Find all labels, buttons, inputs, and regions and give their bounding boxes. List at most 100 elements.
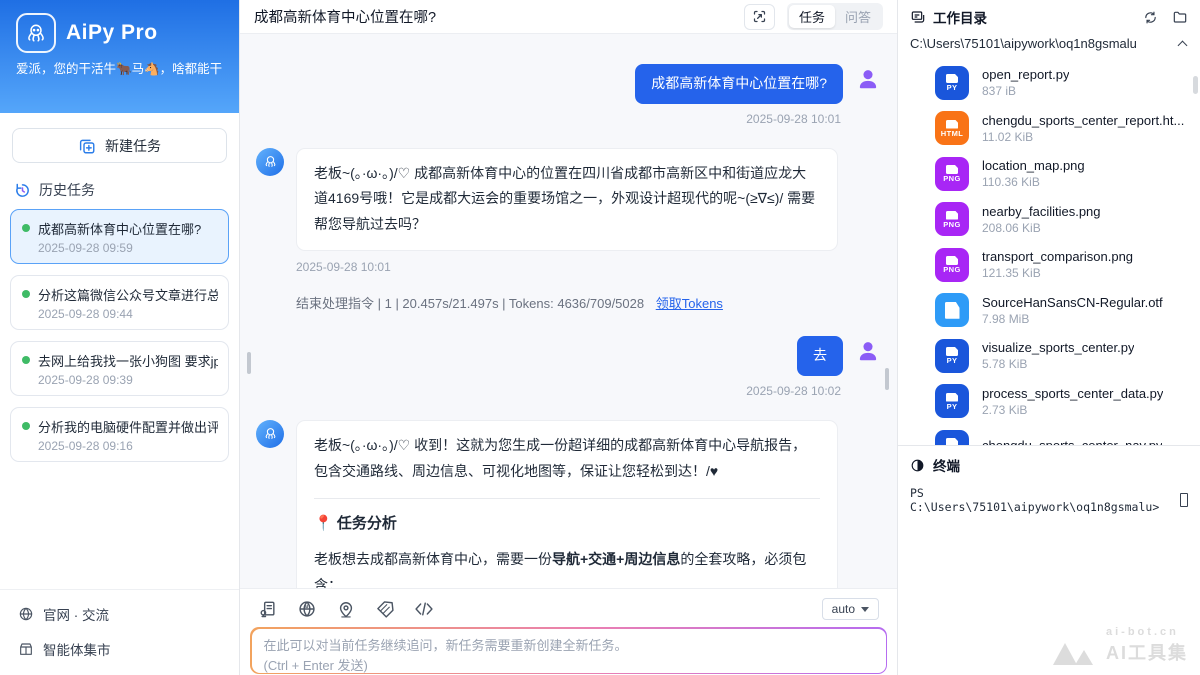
terminal-header: 终端: [910, 455, 1188, 475]
message-timestamp: 2025-09-28 10:02: [256, 384, 841, 398]
history-clock-icon: [14, 182, 31, 199]
model-mode-dropdown[interactable]: auto: [822, 598, 879, 620]
user-avatar: [855, 66, 881, 92]
file-list: PY open_report.py 837 iB HTML chengdu_spo…: [898, 58, 1200, 445]
tab-qa[interactable]: 问答: [835, 5, 881, 28]
tags-icon[interactable]: [375, 599, 395, 619]
left-resize-handle[interactable]: [247, 352, 251, 374]
history-item-time: 2025-09-28 09:59: [38, 241, 218, 255]
open-folder-icon[interactable]: [1172, 9, 1188, 25]
refresh-icon[interactable]: [1143, 10, 1158, 25]
analysis-bold: 导航+交通+周边信息: [552, 551, 680, 567]
workdir-path: C:\Users\75101\aipywork\oq1n8gsmalu: [910, 36, 1179, 51]
location-pin-icon[interactable]: [336, 599, 356, 619]
file-row[interactable]: PNG location_map.png110.36 KiB: [935, 151, 1190, 197]
new-task-icon: [78, 137, 96, 155]
file-row[interactable]: PY chengdu_sports_center_nav.py: [935, 424, 1190, 445]
translate-globe-icon[interactable]: ai: [297, 599, 317, 619]
sidebar-footer: 官网 · 交流 智能体集市: [0, 589, 239, 675]
file-row[interactable]: PY open_report.py 837 iB: [935, 60, 1190, 106]
agent-market-link[interactable]: 智能体集市: [18, 639, 221, 659]
new-task-label: 新建任务: [105, 136, 161, 156]
chevron-up-icon: [1178, 40, 1188, 50]
history-item-title: 成都高新体育中心位置在哪?: [38, 219, 218, 238]
globe-icon: [18, 606, 34, 622]
workdir-path-dropdown[interactable]: C:\Users\75101\aipywork\oq1n8gsmalu: [898, 31, 1200, 58]
history-item-time: 2025-09-28 09:16: [38, 439, 218, 453]
analysis-prefix: 老板想去成都高新体育中心，需要一份: [314, 551, 552, 567]
report-robot-icon[interactable]: [258, 599, 278, 619]
chat-title: 成都高新体育中心位置在哪?: [254, 6, 744, 27]
official-site-label: 官网 · 交流: [43, 604, 109, 624]
divider: [314, 498, 820, 499]
history-item[interactable]: 去网上给我找一张小狗图 要求jp... 2025-09-28 09:39: [10, 341, 229, 396]
file-row[interactable]: SourceHanSansCN-Regular.otf7.98 MiB: [935, 288, 1190, 334]
scrollbar-thumb[interactable]: [1193, 76, 1198, 94]
message-input[interactable]: [264, 636, 874, 674]
python-file-icon: PY: [935, 430, 969, 445]
png-file-icon: PNG: [935, 157, 969, 191]
chevron-down-icon: [861, 607, 869, 612]
file-size: 837 iB: [982, 84, 1069, 98]
status-dot: [22, 356, 30, 364]
status-text: 结束处理指令 | 1 | 20.457s/21.497s | Tokens: 4…: [296, 296, 644, 311]
file-row[interactable]: PNG transport_comparison.png121.35 KiB: [935, 242, 1190, 288]
terminal-section: 终端 PS C:\Users\75101\aipywork\oq1n8gsmal…: [898, 445, 1200, 675]
chat-message-area[interactable]: 成都高新体育中心位置在哪? 2025-09-28 10:01 老板~(｡·ω·｡…: [240, 34, 897, 588]
file-row[interactable]: HTML chengdu_sports_center_report.ht... 1…: [935, 106, 1190, 152]
history-item[interactable]: 成都高新体育中心位置在哪? 2025-09-28 09:59: [10, 209, 229, 264]
history-item-time: 2025-09-28 09:39: [38, 373, 218, 387]
bot-message-card: 老板~(｡·ω·｡)/♡ 成都高新体育中心的位置在四川省成都市高新区中和街道应龙…: [296, 148, 838, 252]
share-screen-button[interactable]: [744, 4, 775, 30]
file-name: open_report.py: [982, 67, 1069, 82]
file-size: 11.02 KiB: [982, 130, 1184, 144]
sidebar: AiPy Pro 爱派，您的干活牛🐂马🐴，啥都能干 新建任务: [0, 0, 240, 675]
watermark-name: AI工具集: [1106, 639, 1188, 665]
bot-message-row: 老板~(｡·ω·｡)/♡ 成都高新体育中心的位置在四川省成都市高新区中和街道应龙…: [256, 148, 881, 252]
history-item-time: 2025-09-28 09:44: [38, 307, 218, 321]
mode-tab-group: 任务 问答: [787, 3, 883, 30]
bot-avatar-octopus-icon: [256, 148, 284, 176]
file-size: 7.98 MiB: [982, 312, 1163, 326]
bot-avatar-octopus-icon: [256, 420, 284, 448]
terminal-prompt: PS C:\Users\75101\aipywork\oq1n8gsmalu>: [910, 486, 1175, 514]
message-timestamp: 2025-09-28 10:01: [256, 112, 841, 126]
official-site-link[interactable]: 官网 · 交流: [18, 604, 221, 624]
workdir-header: 工作目录: [898, 0, 1200, 31]
file-size: 208.06 KiB: [982, 221, 1101, 235]
history-item[interactable]: 分析这篇微信公众号文章进行总... 2025-09-28 09:44: [10, 275, 229, 330]
file-row[interactable]: PY visualize_sports_center.py5.78 KiB: [935, 333, 1190, 379]
bot-message-card: 老板~(｡·ω·｡)/♡ 收到！这就为您生成一份超详细的成都高新体育中心导航报告…: [296, 420, 838, 588]
right-resize-handle[interactable]: [885, 368, 889, 390]
history-item[interactable]: 分析我的电脑硬件配置并做出评... 2025-09-28 09:16: [10, 407, 229, 462]
terminal-output[interactable]: PS C:\Users\75101\aipywork\oq1n8gsmalu>: [910, 486, 1188, 514]
png-file-icon: PNG: [935, 248, 969, 282]
terminal-cursor: [1180, 493, 1188, 507]
user-message-row: 成都高新体育中心位置在哪?: [256, 64, 881, 104]
claim-tokens-link[interactable]: 领取Tokens: [656, 296, 723, 311]
file-name: chengdu_sports_center_nav.py: [982, 438, 1162, 445]
python-file-icon: PY: [935, 66, 969, 100]
file-name: location_map.png: [982, 158, 1085, 173]
file-name: nearby_facilities.png: [982, 204, 1101, 219]
file-row[interactable]: PY process_sports_center_data.py2.73 KiB: [935, 379, 1190, 425]
task-analysis-heading: 📍 任务分析: [314, 510, 820, 538]
message-input-border: [250, 627, 887, 674]
user-message-row: 去: [256, 336, 881, 376]
font-file-icon: [935, 293, 969, 327]
new-task-button[interactable]: 新建任务: [12, 128, 227, 163]
status-dot: [22, 422, 30, 430]
watermark: ai-bot.cn AI工具集: [1053, 626, 1188, 665]
file-row[interactable]: PNG nearby_facilities.png208.06 KiB: [935, 197, 1190, 243]
html-file-icon: HTML: [935, 111, 969, 145]
chat-panel: 成都高新体育中心位置在哪? 任务 问答 成都高新体育中心位置在哪? 2025-0…: [240, 0, 897, 675]
app-tagline: 爱派，您的干活牛🐂马🐴，啥都能干: [16, 60, 223, 79]
file-name: chengdu_sports_center_report.ht...: [982, 113, 1184, 128]
file-name: visualize_sports_center.py: [982, 340, 1134, 355]
tab-task[interactable]: 任务: [789, 5, 835, 28]
file-size: 2.73 KiB: [982, 403, 1163, 417]
history-item-title: 分析这篇微信公众号文章进行总...: [38, 285, 218, 304]
code-icon[interactable]: [414, 599, 434, 619]
chat-input-section: ai: [240, 588, 897, 675]
agent-market-label: 智能体集市: [43, 639, 111, 659]
